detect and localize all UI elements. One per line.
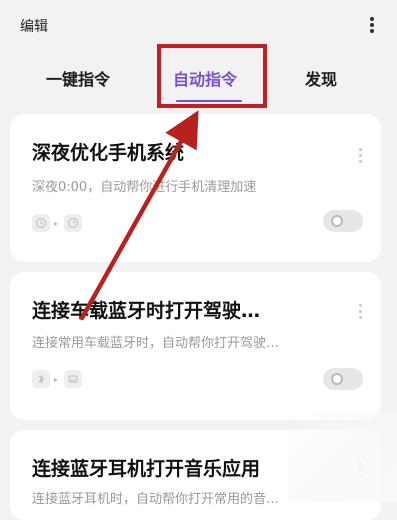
card-more-icon[interactable] [359, 462, 363, 480]
enable-toggle[interactable] [323, 210, 363, 232]
command-card[interactable]: 深夜优化手机系统 深夜0:00，自动帮你进行手机清理加速 ▸ [10, 114, 381, 262]
edit-button[interactable]: 编辑 [20, 16, 48, 36]
car-icon [64, 370, 82, 388]
card-title: 深夜优化手机系统 [32, 142, 185, 164]
card-title: 连接蓝牙耳机打开音乐应用 [32, 458, 261, 480]
card-description: 连接蓝牙耳机时，自动帮你打开常用的音… [32, 492, 280, 507]
command-card[interactable]: 连接车载蓝牙时打开驾驶… 连接常用车载蓝牙时，自动帮你打开驾驶… ▸ [10, 272, 381, 420]
card-more-icon[interactable] [359, 148, 363, 166]
speed-icon [64, 214, 82, 232]
card-description: 连接常用车载蓝牙时，自动帮你打开驾驶… [32, 336, 280, 351]
more-vertical-icon[interactable] [369, 17, 375, 35]
card-more-icon[interactable] [359, 304, 363, 322]
card-title: 连接车载蓝牙时打开驾驶… [32, 300, 261, 322]
card-description: 深夜0:00，自动帮你进行手机清理加速 [32, 180, 257, 195]
chevron-right-icon: ▸ [54, 375, 59, 384]
annotation-highlight-box [157, 44, 267, 108]
bluetooth-icon [32, 370, 50, 388]
clock-icon [32, 214, 50, 232]
tab-discover[interactable]: 发现 [305, 66, 337, 90]
command-card[interactable]: 连接蓝牙耳机打开音乐应用 连接蓝牙耳机时，自动帮你打开常用的音… [10, 430, 381, 520]
tab-one-key-commands[interactable]: 一键指令 [46, 66, 110, 90]
chevron-right-icon: ▸ [54, 219, 59, 228]
enable-toggle[interactable] [323, 368, 363, 390]
